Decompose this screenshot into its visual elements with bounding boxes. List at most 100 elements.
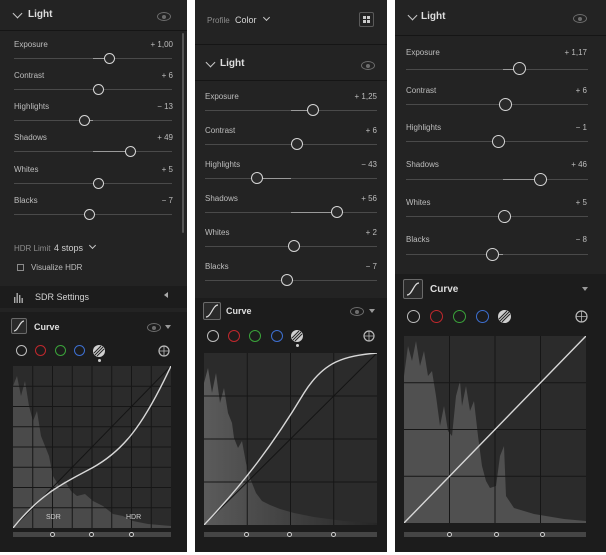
slider-value[interactable]: + 5 bbox=[162, 165, 173, 174]
curve-icon[interactable] bbox=[203, 302, 221, 320]
sdr-settings-header[interactable]: SDR Settings bbox=[0, 286, 187, 308]
hdr-limit-label: HDR Limit bbox=[14, 244, 51, 253]
panel-hdr-editing: Light Exposure + 1,00 Contrast + 6 Highl… bbox=[0, 0, 187, 552]
slider-value[interactable]: + 49 bbox=[157, 133, 173, 142]
slider-value[interactable]: + 2 bbox=[366, 228, 377, 237]
tone-curve-graph[interactable] bbox=[404, 336, 586, 523]
channel-rgb-icon[interactable] bbox=[407, 310, 420, 323]
slider-thumb[interactable] bbox=[291, 138, 303, 150]
range-handle[interactable] bbox=[494, 532, 499, 537]
slider-label: Exposure bbox=[14, 40, 48, 49]
parametric-curve-icon[interactable] bbox=[497, 309, 512, 324]
slider-thumb[interactable] bbox=[492, 135, 505, 148]
slider-thumb[interactable] bbox=[251, 172, 263, 184]
eye-icon[interactable] bbox=[350, 307, 364, 316]
range-handle[interactable] bbox=[89, 532, 94, 537]
slider-value[interactable]: − 7 bbox=[366, 262, 377, 271]
slider-thumb[interactable] bbox=[288, 240, 300, 252]
visualize-hdr-checkbox[interactable] bbox=[17, 264, 24, 271]
slider-thumb[interactable] bbox=[331, 206, 343, 218]
slider-value[interactable]: + 1,17 bbox=[565, 48, 587, 57]
channel-blue-icon[interactable] bbox=[271, 330, 283, 342]
curve-icon[interactable] bbox=[11, 318, 27, 334]
slider-thumb[interactable] bbox=[281, 274, 293, 286]
chevron-down-icon[interactable] bbox=[407, 10, 418, 21]
slider-value[interactable]: − 8 bbox=[576, 235, 587, 244]
eye-icon[interactable] bbox=[573, 14, 587, 23]
slider-value[interactable]: + 5 bbox=[576, 198, 587, 207]
range-handle[interactable] bbox=[129, 532, 134, 537]
channel-red-icon[interactable] bbox=[35, 345, 46, 356]
range-handle[interactable] bbox=[331, 532, 336, 537]
target-adjust-icon[interactable] bbox=[575, 310, 588, 323]
slider-value[interactable]: − 13 bbox=[157, 102, 173, 111]
slider-thumb[interactable] bbox=[307, 104, 319, 116]
profile-row[interactable]: Profile Color bbox=[195, 12, 387, 32]
tone-curve-graph[interactable]: SDR HDR bbox=[13, 366, 171, 528]
slider-thumb[interactable] bbox=[513, 62, 526, 75]
expand-left-icon[interactable] bbox=[164, 292, 168, 298]
chevron-down-icon[interactable] bbox=[165, 325, 171, 329]
slider-value[interactable]: + 6 bbox=[162, 71, 173, 80]
chevron-down-icon[interactable] bbox=[262, 13, 271, 22]
channel-rgb-icon[interactable] bbox=[16, 345, 27, 356]
target-adjust-icon[interactable] bbox=[363, 330, 375, 342]
eye-icon[interactable] bbox=[147, 323, 161, 332]
target-adjust-icon[interactable] bbox=[158, 345, 170, 357]
channel-blue-icon[interactable] bbox=[476, 310, 489, 323]
range-handle[interactable] bbox=[50, 532, 55, 537]
slider-value[interactable]: − 43 bbox=[361, 160, 377, 169]
curve-icon[interactable] bbox=[403, 279, 423, 299]
slider-thumb[interactable] bbox=[499, 98, 512, 111]
chevron-down-icon[interactable] bbox=[582, 287, 588, 291]
slider-value[interactable]: + 6 bbox=[366, 126, 377, 135]
light-section-title: Light bbox=[220, 58, 245, 69]
slider-value[interactable]: − 7 bbox=[162, 196, 173, 205]
channel-red-icon[interactable] bbox=[430, 310, 443, 323]
profile-dropdown[interactable]: Color bbox=[235, 15, 257, 25]
channel-blue-icon[interactable] bbox=[74, 345, 85, 356]
eye-icon[interactable] bbox=[361, 61, 375, 70]
tone-curve-graph[interactable] bbox=[204, 353, 377, 525]
hdr-limit-row[interactable]: HDR Limit 4 stops bbox=[0, 241, 187, 256]
slider-thumb[interactable] bbox=[93, 178, 104, 189]
light-section-header[interactable]: Light bbox=[0, 0, 187, 30]
chevron-down-icon[interactable] bbox=[369, 309, 375, 313]
light-section-header[interactable]: Light bbox=[395, 0, 606, 34]
slider-thumb[interactable] bbox=[84, 209, 95, 220]
light-section-header[interactable]: Light bbox=[195, 45, 387, 81]
profile-browser-grid-icon[interactable] bbox=[359, 12, 374, 27]
slider-thumb[interactable] bbox=[125, 146, 136, 157]
slider-thumb[interactable] bbox=[79, 115, 90, 126]
slider-thumb[interactable] bbox=[93, 84, 104, 95]
slider-value[interactable]: + 1,25 bbox=[355, 92, 377, 101]
range-handle[interactable] bbox=[287, 532, 292, 537]
channel-green-icon[interactable] bbox=[453, 310, 466, 323]
slider-value[interactable]: − 1 bbox=[576, 123, 587, 132]
chevron-down-icon[interactable] bbox=[88, 241, 97, 250]
slider-value[interactable]: + 46 bbox=[571, 160, 587, 169]
hdr-limit-dropdown[interactable]: 4 stops bbox=[54, 243, 83, 253]
eye-icon[interactable] bbox=[157, 12, 171, 21]
range-handle[interactable] bbox=[540, 532, 545, 537]
slider-thumb[interactable] bbox=[534, 173, 547, 186]
slider-value[interactable]: + 56 bbox=[361, 194, 377, 203]
scrollbar[interactable] bbox=[182, 33, 184, 233]
channel-red-icon[interactable] bbox=[228, 330, 240, 342]
channel-rgb-icon[interactable] bbox=[207, 330, 219, 342]
parametric-curve-icon[interactable] bbox=[92, 344, 106, 358]
channel-green-icon[interactable] bbox=[55, 345, 66, 356]
slider-thumb[interactable] bbox=[104, 53, 115, 64]
parametric-curve-icon[interactable] bbox=[290, 329, 304, 343]
visualize-hdr-row[interactable]: Visualize HDR bbox=[0, 262, 187, 274]
slider-label: Whites bbox=[205, 228, 230, 237]
range-handle[interactable] bbox=[447, 532, 452, 537]
channel-green-icon[interactable] bbox=[249, 330, 261, 342]
range-handle[interactable] bbox=[244, 532, 249, 537]
chevron-down-icon[interactable] bbox=[205, 57, 216, 68]
slider-thumb[interactable] bbox=[486, 248, 499, 261]
slider-value[interactable]: + 6 bbox=[576, 86, 587, 95]
chevron-down-icon[interactable] bbox=[12, 8, 23, 19]
slider-thumb[interactable] bbox=[498, 210, 511, 223]
slider-value[interactable]: + 1,00 bbox=[151, 40, 173, 49]
